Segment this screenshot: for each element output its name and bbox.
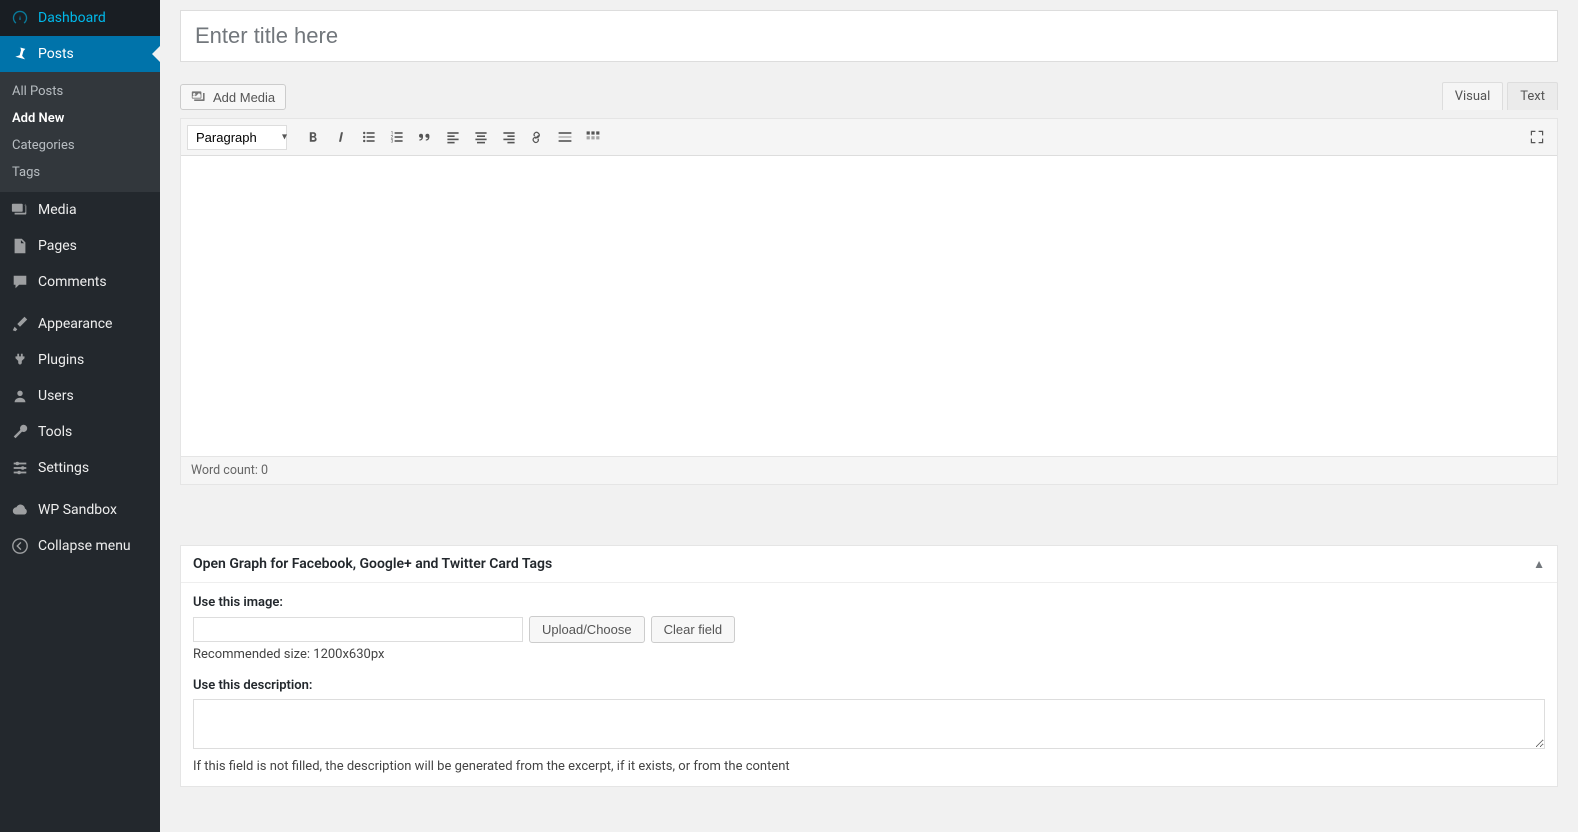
sidebar-item-label: Media	[38, 202, 77, 218]
align-center-button[interactable]	[467, 123, 495, 151]
sidebar-item-dashboard[interactable]: Dashboard	[0, 0, 160, 36]
sidebar-item-label: Dashboard	[38, 10, 106, 26]
sidebar-item-label: Posts	[38, 46, 74, 62]
sidebar-item-settings[interactable]: Settings	[0, 450, 160, 486]
sidebar-item-label: Users	[38, 388, 74, 404]
add-media-button[interactable]: Add Media	[180, 84, 286, 110]
og-desc-label: Use this description:	[193, 678, 1545, 693]
submenu-item-categories[interactable]: Categories	[0, 132, 160, 159]
main-content: Add Media Visual Text Paragraph 123	[160, 0, 1578, 832]
metabox-toggle[interactable]: ▲	[1533, 557, 1545, 571]
blockquote-button[interactable]	[411, 123, 439, 151]
og-desc-help: If this field is not filled, the descrip…	[193, 759, 1545, 774]
sidebar-item-label: Settings	[38, 460, 89, 476]
sidebar-item-label: Tools	[38, 424, 72, 440]
toolbar-toggle-button[interactable]	[579, 123, 607, 151]
add-media-label: Add Media	[213, 90, 275, 105]
sidebar-item-label: Appearance	[38, 316, 112, 332]
svg-text:3: 3	[391, 139, 394, 145]
submenu-item-all-posts[interactable]: All Posts	[0, 78, 160, 105]
sidebar-item-users[interactable]: Users	[0, 378, 160, 414]
editor-box: Paragraph 123 Word count: 0	[180, 118, 1558, 485]
editor-status: Word count: 0	[181, 456, 1557, 484]
post-title-input[interactable]	[180, 10, 1558, 62]
sidebar-item-plugins[interactable]: Plugins	[0, 342, 160, 378]
word-count: 0	[261, 463, 268, 478]
sidebar-item-comments[interactable]: Comments	[0, 264, 160, 300]
bullet-list-button[interactable]	[355, 123, 383, 151]
pin-icon	[10, 44, 30, 64]
sidebar-item-label: Collapse menu	[38, 538, 131, 554]
readmore-button[interactable]	[551, 123, 579, 151]
user-icon	[10, 386, 30, 406]
sidebar-item-label: WP Sandbox	[38, 502, 117, 518]
sidebar-item-wp-sandbox[interactable]: WP Sandbox	[0, 492, 160, 528]
og-image-input[interactable]	[193, 617, 523, 642]
italic-button[interactable]	[327, 123, 355, 151]
format-select[interactable]: Paragraph	[187, 125, 287, 150]
fullscreen-button[interactable]	[1523, 123, 1551, 151]
media-icon	[191, 89, 207, 105]
numbered-list-button[interactable]: 123	[383, 123, 411, 151]
sidebar-item-tools[interactable]: Tools	[0, 414, 160, 450]
cloud-icon	[10, 500, 30, 520]
sidebar-item-appearance[interactable]: Appearance	[0, 306, 160, 342]
align-right-button[interactable]	[495, 123, 523, 151]
og-desc-textarea[interactable]	[193, 699, 1545, 749]
og-image-help: Recommended size: 1200x630px	[193, 647, 1545, 662]
wrench-icon	[10, 422, 30, 442]
sidebar-item-label: Pages	[38, 238, 77, 254]
og-image-label: Use this image:	[193, 595, 1545, 610]
align-left-button[interactable]	[439, 123, 467, 151]
submenu-item-add-new[interactable]: Add New	[0, 105, 160, 132]
bold-button[interactable]	[299, 123, 327, 151]
open-graph-metabox: Open Graph for Facebook, Google+ and Twi…	[180, 545, 1558, 787]
tab-text[interactable]: Text	[1507, 82, 1558, 110]
word-count-label: Word count:	[191, 463, 261, 478]
submenu-item-tags[interactable]: Tags	[0, 159, 160, 186]
sidebar-item-collapse-menu[interactable]: Collapse menu	[0, 528, 160, 564]
comment-icon	[10, 272, 30, 292]
sidebar-item-media[interactable]: Media	[0, 192, 160, 228]
sidebar-item-pages[interactable]: Pages	[0, 228, 160, 264]
upload-choose-button[interactable]: Upload/Choose	[529, 616, 645, 643]
editor-canvas[interactable]	[181, 156, 1557, 456]
admin-sidebar: Dashboard Posts All PostsAdd NewCategories…	[0, 0, 160, 832]
brush-icon	[10, 314, 30, 334]
collapse-icon	[10, 536, 30, 556]
plug-icon	[10, 350, 30, 370]
sidebar-item-label: Plugins	[38, 352, 84, 368]
dashboard-icon	[10, 8, 30, 28]
media-icon	[10, 200, 30, 220]
link-button[interactable]	[523, 123, 551, 151]
metabox-title: Open Graph for Facebook, Google+ and Twi…	[193, 556, 552, 572]
sidebar-item-posts[interactable]: Posts	[0, 36, 160, 72]
editor-toolbar: Paragraph 123	[181, 119, 1557, 156]
tab-visual[interactable]: Visual	[1442, 82, 1504, 110]
clear-field-button[interactable]: Clear field	[651, 616, 736, 643]
page-icon	[10, 236, 30, 256]
sliders-icon	[10, 458, 30, 478]
sidebar-item-label: Comments	[38, 274, 107, 290]
